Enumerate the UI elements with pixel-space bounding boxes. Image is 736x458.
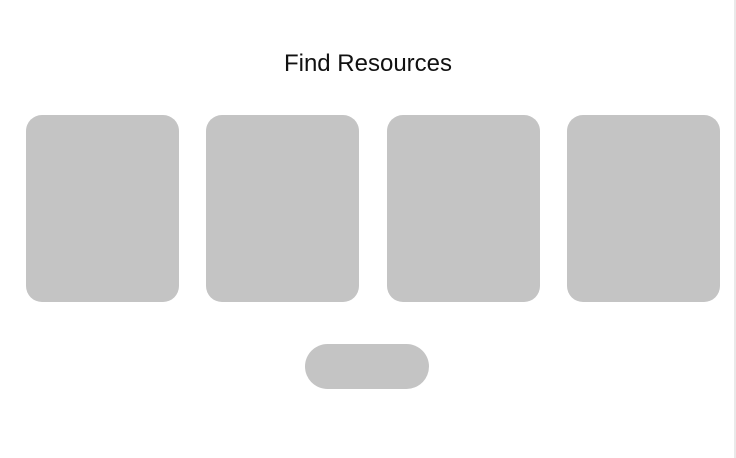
resource-card-4[interactable]: [566, 115, 720, 302]
resource-card-row: [26, 115, 720, 302]
resource-card-1[interactable]: [26, 115, 179, 302]
resource-card-2[interactable]: [206, 115, 360, 302]
primary-action-button[interactable]: [305, 344, 429, 389]
resource-card-3[interactable]: [386, 115, 540, 302]
page-title: Find Resources: [283, 50, 453, 78]
